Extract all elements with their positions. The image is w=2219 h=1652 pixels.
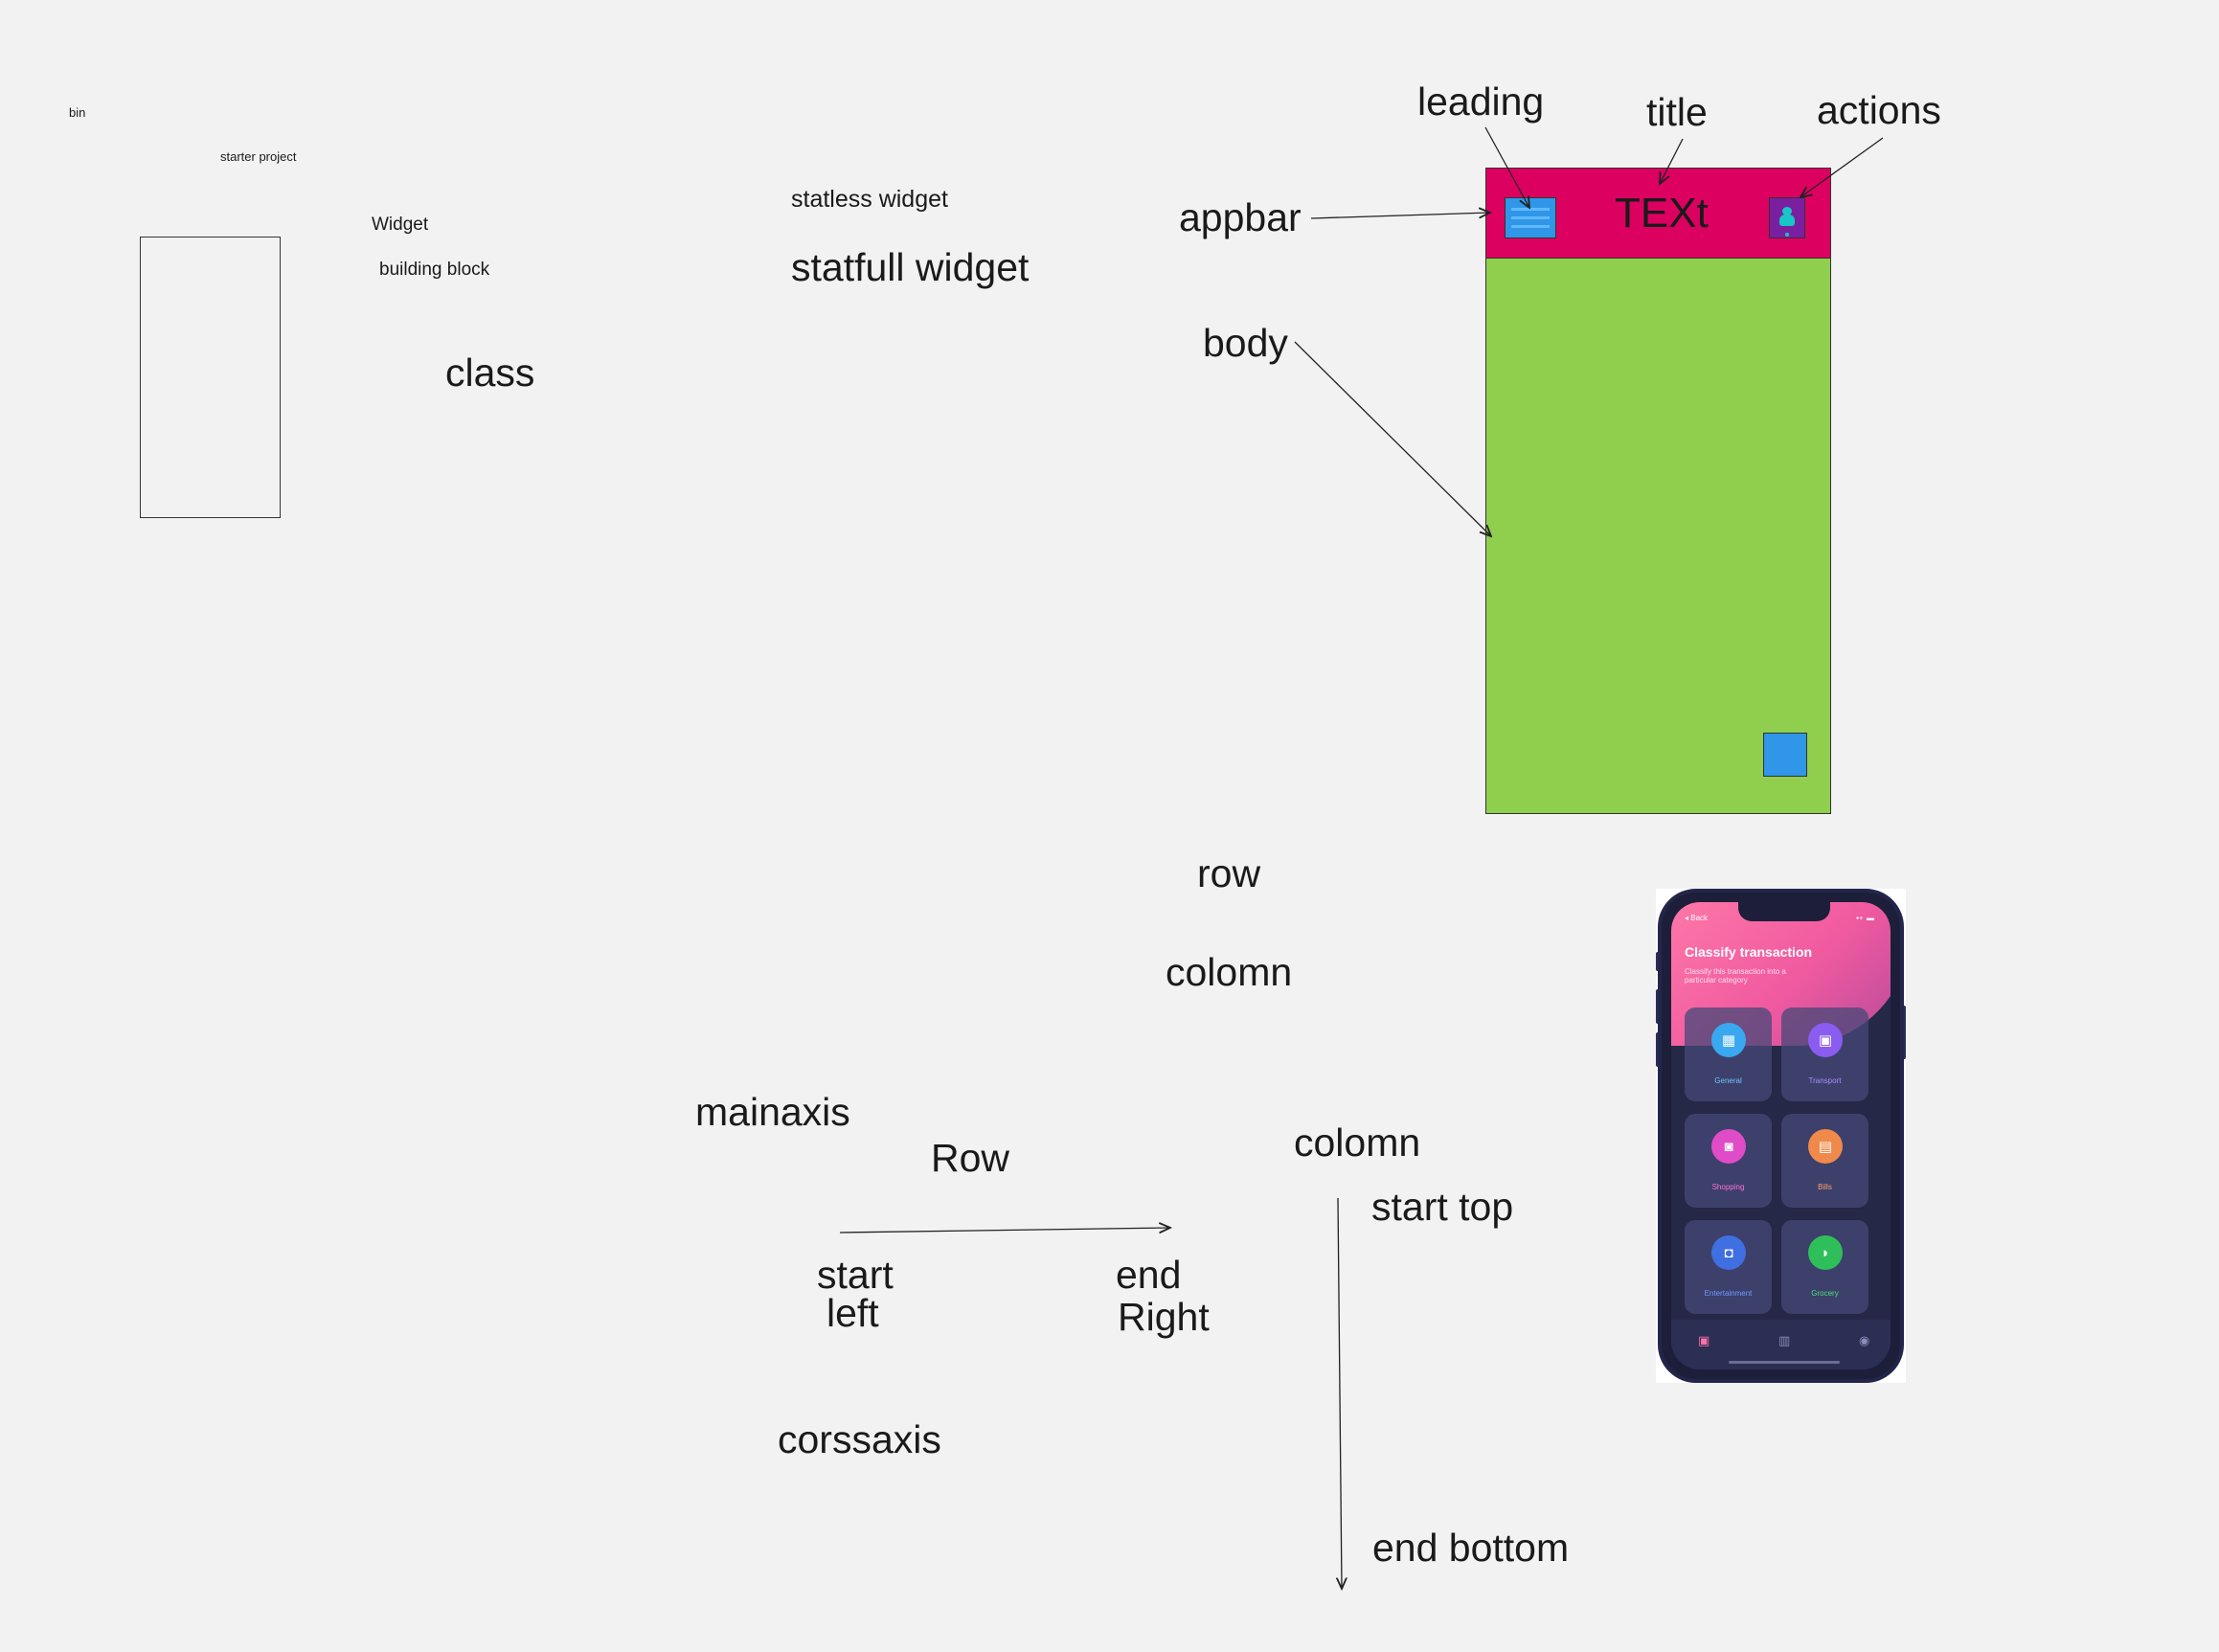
phone-body: ◂ Back ▪▪ ▬ Classify transaction Classif… <box>1658 889 1904 1383</box>
category-label: Transport <box>1808 1076 1842 1085</box>
category-label: Grocery <box>1811 1289 1839 1298</box>
note-end-bottom: end bottom <box>1372 1526 1570 1570</box>
note-class: class <box>445 351 535 395</box>
menu-icon[interactable] <box>1505 197 1556 238</box>
scaffold-mock: TEXt <box>1485 168 1831 814</box>
category-label: General <box>1714 1076 1742 1085</box>
ticket-icon: ◘ <box>1711 1235 1746 1270</box>
appbar-title-text: TEXt <box>1615 190 1709 237</box>
phone-screen: ◂ Back ▪▪ ▬ Classify transaction Classif… <box>1671 902 1891 1369</box>
floating-action-button[interactable] <box>1763 733 1807 777</box>
screen-subtitle: Classify this transaction into a particu… <box>1685 967 1786 985</box>
status-icons: ▪▪ ▬ <box>1856 914 1875 922</box>
note-colomn-title: colomn <box>1294 1120 1421 1165</box>
category-label: Entertainment <box>1704 1289 1753 1298</box>
note-starter-project: starter project <box>220 149 297 164</box>
leaf-icon: ◗ <box>1808 1235 1843 1270</box>
annotation-arrows <box>839 126 1884 1652</box>
label-leading: leading <box>1417 79 1545 124</box>
person-icon[interactable] <box>1769 197 1805 238</box>
note-mainaxis: mainaxis <box>695 1090 850 1134</box>
note-right: Right <box>1118 1295 1210 1339</box>
note-start-top: start top <box>1371 1185 1514 1229</box>
note-colomn: colomn <box>1166 950 1293 994</box>
note-stateful-widget: statfull widget <box>791 245 1030 289</box>
note-stateless-widget: statless widget <box>791 186 948 213</box>
chart-icon[interactable]: ▥ <box>1778 1333 1790 1348</box>
category-card-grocery[interactable]: ◗ Grocery <box>1781 1220 1868 1314</box>
tab-bar: ▣ ▥ ◉ <box>1671 1320 1891 1369</box>
label-appbar: appbar <box>1179 195 1302 239</box>
column-axis-arrow <box>1338 1197 1342 1589</box>
bag-icon: ◙ <box>1711 1129 1746 1164</box>
bus-icon: ▣ <box>1808 1023 1843 1057</box>
note-bin: bin <box>69 105 86 120</box>
row-axis-arrow <box>839 1228 1170 1233</box>
phone-notch <box>1738 902 1830 921</box>
note-row-title: Row <box>931 1136 1010 1180</box>
note-row: row <box>1197 851 1261 895</box>
label-actions: actions <box>1817 88 1941 132</box>
home-indicator <box>1729 1361 1840 1364</box>
note-left: left <box>826 1291 879 1335</box>
category-card-entertainment[interactable]: ◘ Entertainment <box>1685 1220 1772 1314</box>
phone-mockup: ◂ Back ▪▪ ▬ Classify transaction Classif… <box>1656 889 1906 1383</box>
note-corssaxis: corssaxis <box>778 1417 941 1461</box>
category-card-shopping[interactable]: ◙ Shopping <box>1685 1114 1772 1208</box>
category-label: Shopping <box>1711 1183 1745 1191</box>
appbar-arrow <box>1310 213 1490 219</box>
category-card-bills[interactable]: ▤ Bills <box>1781 1114 1868 1208</box>
category-card-transport[interactable]: ▣ Transport <box>1781 1007 1868 1101</box>
note-start: start <box>817 1253 894 1297</box>
category-card-general[interactable]: ▦ General <box>1685 1007 1772 1101</box>
appbar-mock: TEXt <box>1486 169 1830 259</box>
body-arrow <box>1294 341 1491 536</box>
note-end: end <box>1116 1253 1182 1297</box>
note-building-block: building block <box>379 260 490 280</box>
note-widget: Widget <box>372 215 429 235</box>
label-body: body <box>1203 321 1288 365</box>
wallet-icon[interactable]: ▣ <box>1698 1333 1710 1348</box>
screen-title: Classify transaction <box>1685 944 1813 960</box>
label-title: title <box>1646 90 1708 134</box>
category-label: Bills <box>1818 1183 1832 1191</box>
empty-screen-outline <box>140 237 281 518</box>
grid-icon: ▦ <box>1711 1023 1746 1057</box>
back-link[interactable]: ◂ Back <box>1685 914 1708 922</box>
profile-icon[interactable]: ◉ <box>1859 1333 1869 1348</box>
receipt-icon: ▤ <box>1808 1129 1843 1164</box>
